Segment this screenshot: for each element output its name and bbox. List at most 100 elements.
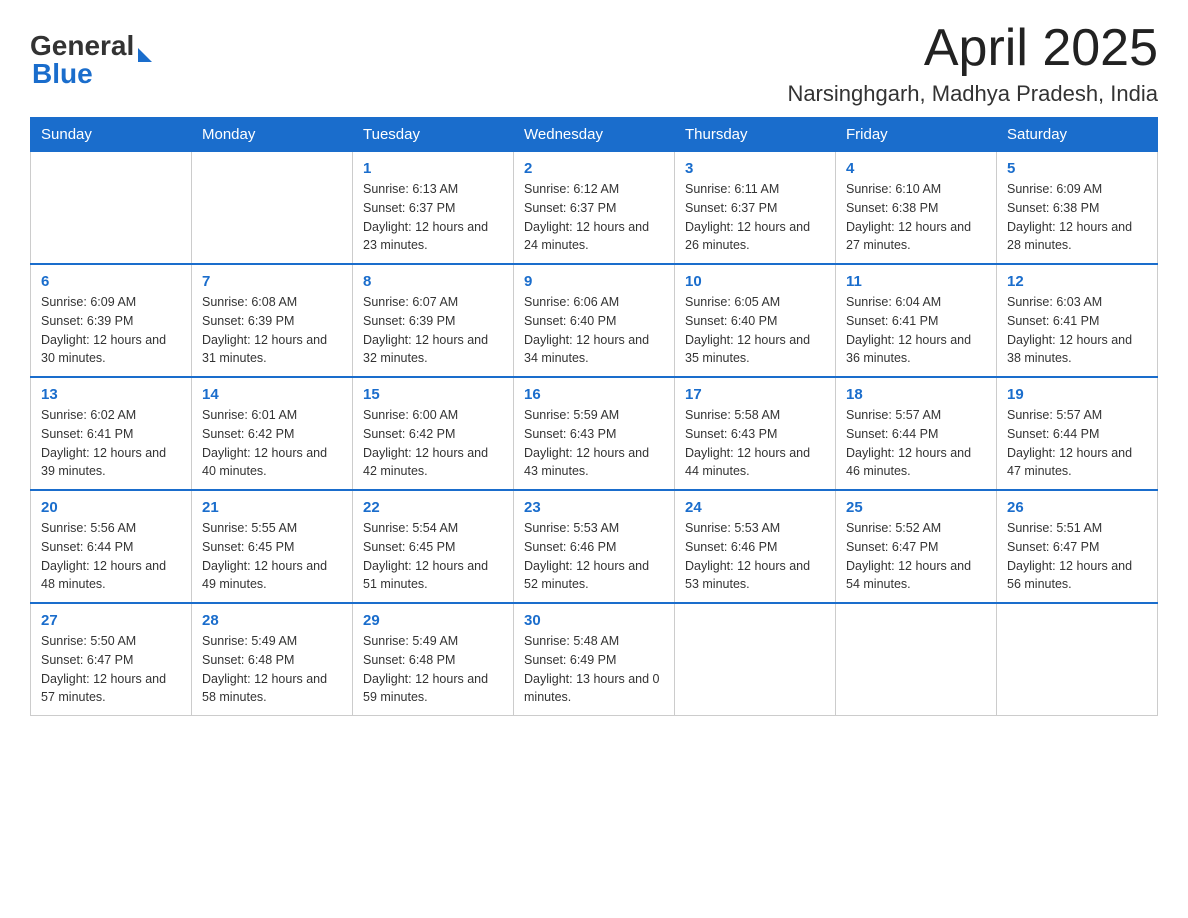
day-number: 17 — [685, 386, 825, 403]
calendar-cell: 15Sunrise: 6:00 AMSunset: 6:42 PMDayligh… — [353, 377, 514, 490]
day-info: Sunrise: 5:55 AMSunset: 6:45 PMDaylight:… — [202, 519, 342, 594]
day-number: 8 — [363, 273, 503, 290]
day-number: 26 — [1007, 499, 1147, 516]
day-number: 2 — [524, 160, 664, 177]
day-info: Sunrise: 5:53 AMSunset: 6:46 PMDaylight:… — [524, 519, 664, 594]
day-info: Sunrise: 6:08 AMSunset: 6:39 PMDaylight:… — [202, 293, 342, 368]
day-number: 19 — [1007, 386, 1147, 403]
calendar-cell: 25 Sunrise: 5:52 AMSunset: 6:47 PMDayligh… — [836, 490, 997, 603]
calendar-cell: 3 Sunrise: 6:11 AMSunset: 6:37 PMDaylight… — [675, 152, 836, 265]
logo: General Blue — [30, 30, 152, 90]
day-info: Sunrise: 5:57 AMSunset: 6:44 PMDaylight:… — [1007, 406, 1147, 481]
day-info: Sunrise: 5:53 AMSunset: 6:46 PMDaylight:… — [685, 519, 825, 594]
day-info: Sunrise: 5:49 AMSunset: 6:48 PMDaylight:… — [202, 632, 342, 707]
day-number: 20 — [41, 499, 181, 516]
calendar-cell: 30Sunrise: 5:48 AMSunset: 6:49 PMDayligh… — [514, 603, 675, 716]
day-info: Sunrise: 6:12 AMSunset: 6:37 PMDaylight:… — [524, 180, 664, 255]
calendar-week-row: 20 Sunrise: 5:56 AMSunset: 6:44 PMDayligh… — [31, 490, 1158, 603]
calendar-cell: 2 Sunrise: 6:12 AMSunset: 6:37 PMDaylight… — [514, 152, 675, 265]
calendar-cell: 8 Sunrise: 6:07 AMSunset: 6:39 PMDaylight… — [353, 264, 514, 377]
calendar-cell: 7 Sunrise: 6:08 AMSunset: 6:39 PMDaylight… — [192, 264, 353, 377]
day-number: 6 — [41, 273, 181, 290]
day-number: 27 — [41, 612, 181, 629]
calendar-cell: 20 Sunrise: 5:56 AMSunset: 6:44 PMDayligh… — [31, 490, 192, 603]
calendar-cell: 26 Sunrise: 5:51 AMSunset: 6:47 PMDayligh… — [997, 490, 1158, 603]
calendar-cell: 11 Sunrise: 6:04 AMSunset: 6:41 PMDayligh… — [836, 264, 997, 377]
calendar-cell: 1Sunrise: 6:13 AMSunset: 6:37 PMDaylight… — [353, 152, 514, 265]
day-info: Sunrise: 5:56 AMSunset: 6:44 PMDaylight:… — [41, 519, 181, 594]
day-info: Sunrise: 5:57 AMSunset: 6:44 PMDaylight:… — [846, 406, 986, 481]
weekday-header-row: SundayMondayTuesdayWednesdayThursdayFrid… — [31, 118, 1158, 152]
calendar-cell — [31, 152, 192, 265]
calendar-week-row: 27Sunrise: 5:50 AMSunset: 6:47 PMDayligh… — [31, 603, 1158, 716]
day-number: 4 — [846, 160, 986, 177]
day-number: 21 — [202, 499, 342, 516]
logo-triangle-icon — [138, 48, 152, 62]
calendar-cell: 23 Sunrise: 5:53 AMSunset: 6:46 PMDayligh… — [514, 490, 675, 603]
day-number: 18 — [846, 386, 986, 403]
calendar-cell — [675, 603, 836, 716]
day-info: Sunrise: 5:58 AMSunset: 6:43 PMDaylight:… — [685, 406, 825, 481]
day-info: Sunrise: 6:03 AMSunset: 6:41 PMDaylight:… — [1007, 293, 1147, 368]
calendar-cell: 24 Sunrise: 5:53 AMSunset: 6:46 PMDayligh… — [675, 490, 836, 603]
day-number: 5 — [1007, 160, 1147, 177]
day-number: 3 — [685, 160, 825, 177]
day-number: 22 — [363, 499, 503, 516]
day-number: 1 — [363, 160, 503, 177]
day-info: Sunrise: 6:09 AMSunset: 6:39 PMDaylight:… — [41, 293, 181, 368]
calendar-week-row: 1Sunrise: 6:13 AMSunset: 6:37 PMDaylight… — [31, 152, 1158, 265]
day-info: Sunrise: 6:01 AMSunset: 6:42 PMDaylight:… — [202, 406, 342, 481]
weekday-header-thursday: Thursday — [675, 118, 836, 152]
day-number: 9 — [524, 273, 664, 290]
day-info: Sunrise: 6:11 AMSunset: 6:37 PMDaylight:… — [685, 180, 825, 255]
day-number: 29 — [363, 612, 503, 629]
calendar-cell: 29Sunrise: 5:49 AMSunset: 6:48 PMDayligh… — [353, 603, 514, 716]
day-number: 23 — [524, 499, 664, 516]
day-info: Sunrise: 6:09 AMSunset: 6:38 PMDaylight:… — [1007, 180, 1147, 255]
day-info: Sunrise: 6:04 AMSunset: 6:41 PMDaylight:… — [846, 293, 986, 368]
location-title: Narsinghgarh, Madhya Pradesh, India — [787, 81, 1158, 107]
day-info: Sunrise: 6:06 AMSunset: 6:40 PMDaylight:… — [524, 293, 664, 368]
calendar-cell: 28Sunrise: 5:49 AMSunset: 6:48 PMDayligh… — [192, 603, 353, 716]
day-info: Sunrise: 6:05 AMSunset: 6:40 PMDaylight:… — [685, 293, 825, 368]
day-number: 14 — [202, 386, 342, 403]
day-number: 13 — [41, 386, 181, 403]
calendar-cell: 19 Sunrise: 5:57 AMSunset: 6:44 PMDayligh… — [997, 377, 1158, 490]
weekday-header-tuesday: Tuesday — [353, 118, 514, 152]
calendar-table: SundayMondayTuesdayWednesdayThursdayFrid… — [30, 117, 1158, 716]
weekday-header-wednesday: Wednesday — [514, 118, 675, 152]
day-number: 24 — [685, 499, 825, 516]
calendar-cell: 22Sunrise: 5:54 AMSunset: 6:45 PMDayligh… — [353, 490, 514, 603]
calendar-cell: 16 Sunrise: 5:59 AMSunset: 6:43 PMDayligh… — [514, 377, 675, 490]
day-number: 12 — [1007, 273, 1147, 290]
day-info: Sunrise: 5:51 AMSunset: 6:47 PMDaylight:… — [1007, 519, 1147, 594]
weekday-header-saturday: Saturday — [997, 118, 1158, 152]
logo-blue-text: Blue — [32, 58, 93, 89]
calendar-week-row: 6 Sunrise: 6:09 AMSunset: 6:39 PMDaylight… — [31, 264, 1158, 377]
day-number: 16 — [524, 386, 664, 403]
calendar-cell: 21 Sunrise: 5:55 AMSunset: 6:45 PMDayligh… — [192, 490, 353, 603]
calendar-cell: 4Sunrise: 6:10 AMSunset: 6:38 PMDaylight… — [836, 152, 997, 265]
day-info: Sunrise: 6:07 AMSunset: 6:39 PMDaylight:… — [363, 293, 503, 368]
calendar-cell: 27Sunrise: 5:50 AMSunset: 6:47 PMDayligh… — [31, 603, 192, 716]
weekday-header-sunday: Sunday — [31, 118, 192, 152]
calendar-cell: 5 Sunrise: 6:09 AMSunset: 6:38 PMDaylight… — [997, 152, 1158, 265]
day-number: 15 — [363, 386, 503, 403]
day-info: Sunrise: 5:52 AMSunset: 6:47 PMDaylight:… — [846, 519, 986, 594]
calendar-cell: 9 Sunrise: 6:06 AMSunset: 6:40 PMDaylight… — [514, 264, 675, 377]
calendar-cell: 14 Sunrise: 6:01 AMSunset: 6:42 PMDayligh… — [192, 377, 353, 490]
day-info: Sunrise: 5:59 AMSunset: 6:43 PMDaylight:… — [524, 406, 664, 481]
day-number: 10 — [685, 273, 825, 290]
day-number: 7 — [202, 273, 342, 290]
calendar-cell — [997, 603, 1158, 716]
title-area: April 2025 Narsinghgarh, Madhya Pradesh,… — [787, 20, 1158, 107]
day-number: 25 — [846, 499, 986, 516]
calendar-cell: 12 Sunrise: 6:03 AMSunset: 6:41 PMDayligh… — [997, 264, 1158, 377]
day-number: 30 — [524, 612, 664, 629]
weekday-header-monday: Monday — [192, 118, 353, 152]
page-header: General Blue April 2025 Narsinghgarh, Ma… — [30, 20, 1158, 107]
day-number: 11 — [846, 273, 986, 290]
calendar-cell — [836, 603, 997, 716]
month-title: April 2025 — [787, 20, 1158, 77]
calendar-cell: 6 Sunrise: 6:09 AMSunset: 6:39 PMDaylight… — [31, 264, 192, 377]
